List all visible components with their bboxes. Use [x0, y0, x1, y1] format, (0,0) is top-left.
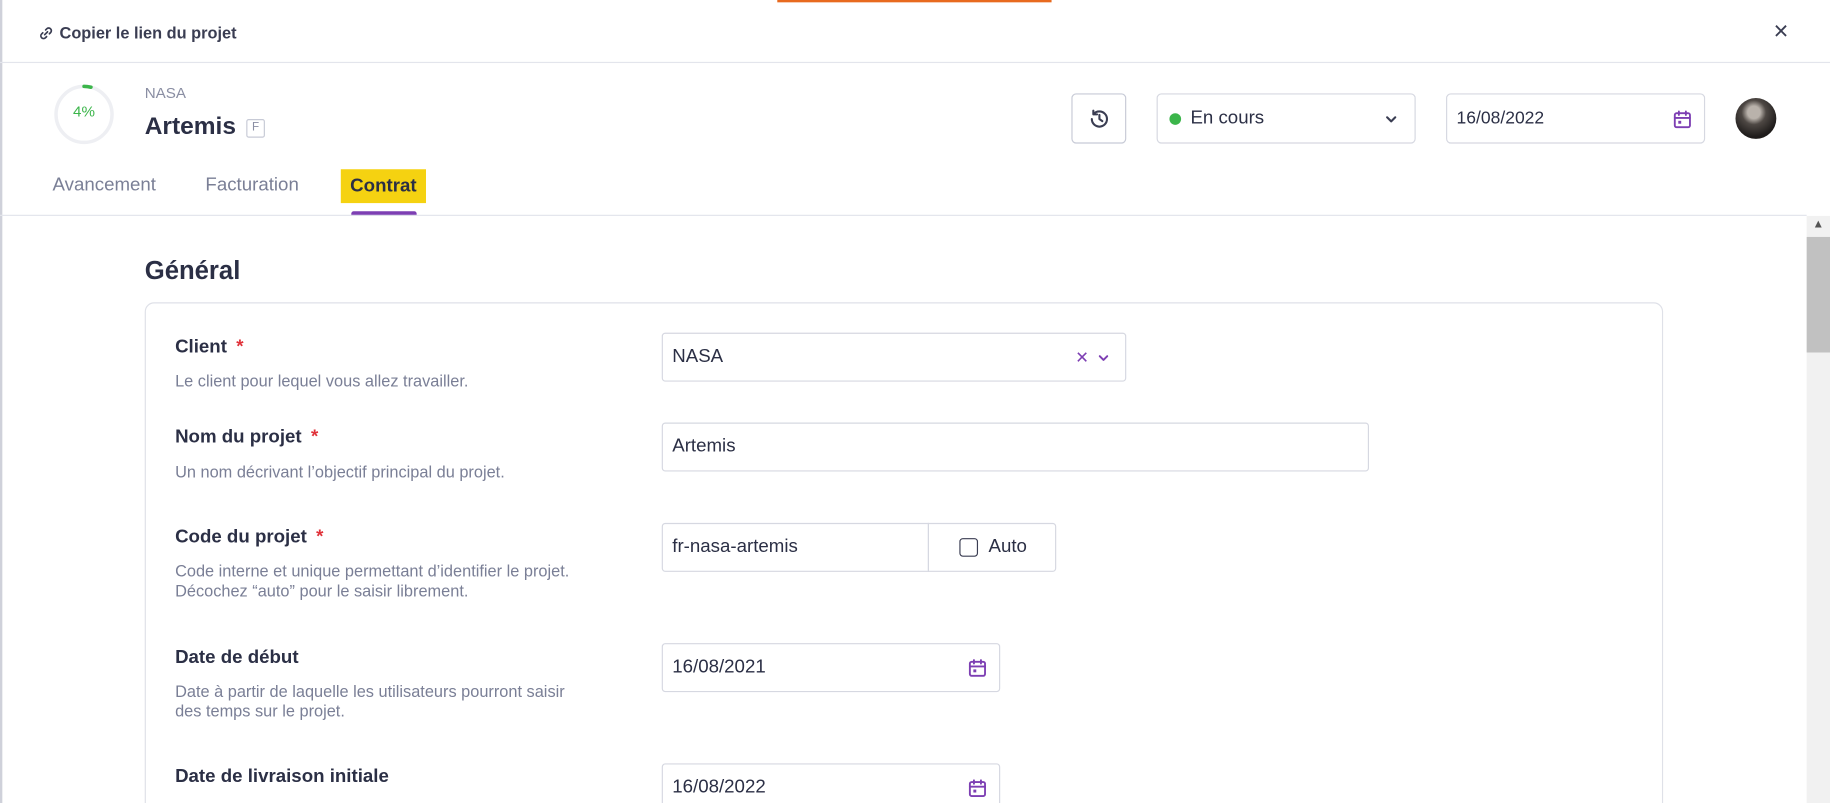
- tab-avancement[interactable]: Avancement: [53, 175, 156, 196]
- client-select[interactable]: NASA ✕: [661, 332, 1127, 382]
- calendar-icon[interactable]: [968, 658, 988, 678]
- start-date-input[interactable]: 16/08/2021: [661, 643, 1001, 693]
- client-select-value: NASA: [672, 346, 724, 367]
- delivery-date-label: Date de livraison initiale: [175, 766, 389, 787]
- project-code-help: Code interne et unique permettant d’iden…: [175, 561, 569, 601]
- client-help: Le client pour lequel vous allez travail…: [175, 371, 469, 390]
- project-name-label: Nom du projet *: [175, 427, 318, 448]
- project-type-badge: F: [246, 119, 265, 138]
- project-name-help: Un nom décrivant l’objectif principal du…: [175, 462, 505, 481]
- top-accent-strip: [777, 0, 1052, 3]
- calendar-icon[interactable]: [968, 779, 988, 799]
- history-button[interactable]: [1071, 93, 1127, 144]
- project-name-input[interactable]: Artemis: [661, 422, 1370, 472]
- project-code-help-line1: Code interne et unique permettant d’iden…: [175, 561, 570, 581]
- project-code-value: fr-nasa-artemis: [672, 536, 798, 557]
- client-label-text: Client: [175, 337, 227, 358]
- scroll-up-arrow-icon[interactable]: ▲: [1807, 216, 1830, 235]
- chevron-down-icon: [1386, 116, 1397, 123]
- required-marker: *: [310, 427, 319, 448]
- client-name: NASA: [144, 84, 187, 102]
- status-select[interactable]: En cours: [1156, 93, 1416, 144]
- start-date-label: Date de début: [175, 647, 299, 668]
- start-date-help: Date à partir de laquelle les utilisateu…: [175, 682, 565, 722]
- tab-contrat[interactable]: Contrat: [340, 169, 426, 204]
- tab-facturation[interactable]: Facturation: [205, 175, 298, 196]
- checkbox-icon[interactable]: [959, 538, 979, 557]
- auto-label: Auto: [988, 536, 1027, 557]
- close-icon[interactable]: ×: [1768, 18, 1794, 46]
- project-code-label-text: Code du projet: [175, 527, 307, 548]
- avatar[interactable]: [1735, 98, 1777, 139]
- start-date-help-line2: des temps sur le projet.: [175, 701, 345, 721]
- start-date-value: 16/08/2021: [672, 657, 766, 677]
- calendar-icon[interactable]: [1672, 110, 1692, 130]
- client-label: Client *: [175, 337, 243, 358]
- delivery-date-input[interactable]: 16/08/2022: [661, 763, 1001, 803]
- delivery-date-value: 16/08/2022: [672, 777, 766, 798]
- status-dot: [1169, 112, 1182, 125]
- section-title: Général: [144, 255, 241, 285]
- project-name-label-text: Nom du projet: [175, 427, 302, 448]
- chevron-down-icon[interactable]: [1097, 351, 1110, 364]
- start-date-help-line1: Date à partir de laquelle les utilisateu…: [175, 681, 565, 701]
- clear-icon[interactable]: ✕: [1075, 348, 1089, 368]
- scrollbar-thumb[interactable]: [1806, 236, 1830, 353]
- required-marker: *: [236, 337, 244, 358]
- project-name-value: Artemis: [672, 436, 736, 457]
- project-code-input[interactable]: fr-nasa-artemis: [661, 522, 930, 572]
- link-icon: [40, 26, 53, 39]
- copy-project-link-button[interactable]: Copier le lien du projet: [39, 21, 237, 44]
- auto-code-checkbox[interactable]: Auto: [927, 522, 1057, 572]
- progress-percent: 4%: [73, 102, 95, 121]
- status-label: En cours: [1190, 107, 1265, 128]
- history-icon: [1090, 109, 1108, 128]
- required-marker: *: [316, 527, 324, 548]
- project-title: Artemis: [144, 113, 236, 141]
- top-bar: [0, 0, 1830, 64]
- project-code-label: Code du projet *: [175, 528, 323, 549]
- copy-link-label: Copier le lien du projet: [59, 23, 237, 43]
- tabs-divider: [0, 214, 1807, 216]
- project-date-value: 16/08/2022: [1456, 108, 1545, 129]
- project-date-input[interactable]: 16/08/2022: [1446, 93, 1706, 144]
- window-edge: [0, 0, 3, 803]
- project-code-help-line2: Décochez “auto” pour le saisir librement…: [175, 581, 469, 600]
